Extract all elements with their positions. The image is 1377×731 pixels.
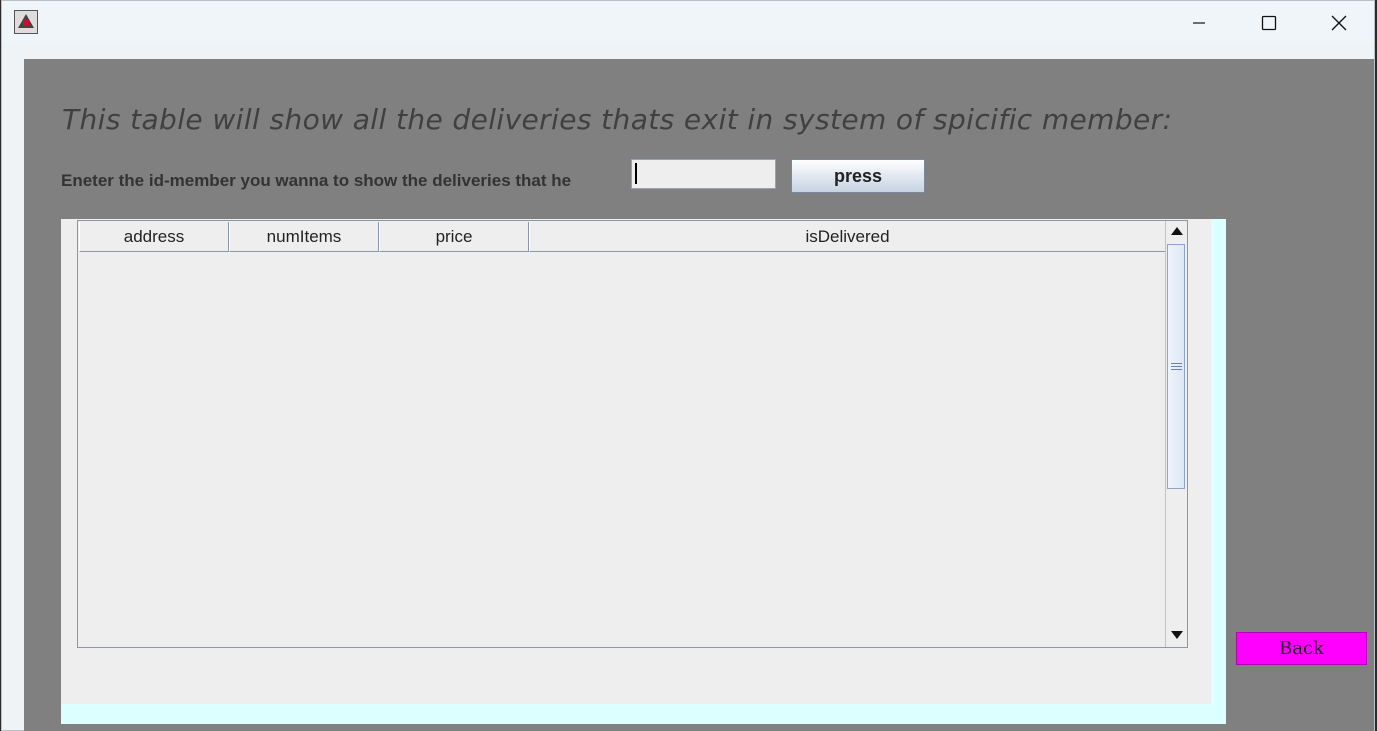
grip-icon xyxy=(1170,361,1182,372)
back-button[interactable]: Back xyxy=(1236,632,1367,665)
press-button[interactable]: press xyxy=(791,159,925,193)
member-id-prompt: Eneter the id-member you wanna to show t… xyxy=(61,171,572,190)
column-header-isdelivered[interactable]: isDelivered xyxy=(529,222,1166,252)
column-header-numitems[interactable]: numItems xyxy=(229,222,379,252)
column-header-price[interactable]: price xyxy=(379,222,529,252)
column-header-address[interactable]: address xyxy=(79,222,229,252)
deliveries-table[interactable]: address numItems price isDelivered xyxy=(77,220,1188,648)
title-bar[interactable] xyxy=(2,1,1374,44)
page-heading: This table will show all the deliveries … xyxy=(62,103,1173,136)
text-caret xyxy=(635,163,637,184)
scroll-down-arrow-icon[interactable] xyxy=(1166,625,1187,645)
minimize-icon[interactable] xyxy=(1164,1,1234,44)
maximize-icon[interactable] xyxy=(1234,1,1304,44)
scrollbar-thumb[interactable] xyxy=(1167,244,1185,489)
close-icon[interactable] xyxy=(1304,1,1374,44)
table-header: address numItems price isDelivered xyxy=(79,222,1166,252)
member-id-input[interactable] xyxy=(631,159,776,189)
scroll-up-arrow-icon[interactable] xyxy=(1166,221,1187,241)
java-app-icon[interactable] xyxy=(14,10,38,34)
vertical-scrollbar[interactable] xyxy=(1165,221,1187,647)
